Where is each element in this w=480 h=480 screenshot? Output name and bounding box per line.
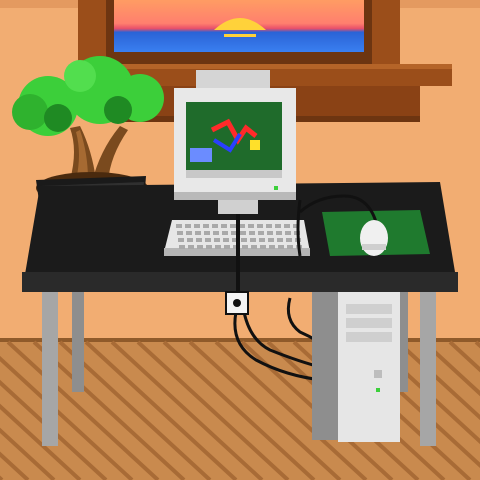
keyboard-key (194, 224, 200, 228)
keyboard-key (215, 245, 221, 249)
keyboard-key (251, 245, 257, 249)
keyboard-key (205, 238, 211, 242)
keyboard-key (195, 231, 201, 235)
keyboard-key (257, 224, 263, 228)
outlet-plug (233, 299, 241, 307)
keyboard-key (186, 231, 192, 235)
screen-taskbar (186, 170, 282, 178)
keyboard-key (260, 245, 266, 249)
keyboard-key (176, 224, 182, 228)
scene-canvas (0, 0, 480, 480)
bonsai-leaf-shade (104, 96, 132, 124)
desk-leg-left (42, 292, 58, 446)
drive-bay (346, 332, 392, 342)
tower-body (338, 292, 400, 442)
keyboard-key (240, 231, 246, 235)
keyboard-key (212, 224, 218, 228)
crt-monitor (174, 70, 296, 214)
mouse-shadow (362, 244, 386, 250)
sun-reflection (224, 34, 256, 37)
keyboard-key (206, 245, 212, 249)
window-sill-top (70, 64, 452, 69)
keyboard-key (248, 224, 254, 228)
keyboard-key (275, 224, 281, 228)
keyboard-key (179, 245, 185, 249)
keyboard-key (269, 245, 275, 249)
tower-button (374, 370, 382, 378)
bonsai-leaf (12, 94, 48, 130)
pixel-art-scene (0, 0, 480, 480)
keyboard-key (287, 245, 293, 249)
keyboard-key (258, 231, 264, 235)
keyboard-key (242, 245, 248, 249)
drive-bay (346, 318, 392, 328)
keyboard-key (241, 238, 247, 242)
keyboard-key (276, 231, 282, 235)
keyboard-key (196, 238, 202, 242)
desk-leg-left-back (72, 292, 84, 392)
keyboard-key (223, 238, 229, 242)
keyboard-key (250, 238, 256, 242)
keyboard-key (266, 224, 272, 228)
keyboard-key (188, 245, 194, 249)
keyboard-key (286, 238, 292, 242)
monitor-stand (218, 200, 258, 214)
keyboard-key (224, 245, 230, 249)
keyboard-key (278, 245, 284, 249)
tower-led (376, 388, 380, 392)
pc-tower (312, 292, 400, 442)
keyboard-key (277, 238, 283, 242)
keyboard-key (249, 231, 255, 235)
keyboard-key (222, 231, 228, 235)
keyboard-key (204, 231, 210, 235)
monitor-bezel-shadow (174, 192, 296, 200)
keyboard-key (177, 231, 183, 235)
desk-leg-right (420, 292, 436, 446)
keyboard-key (267, 231, 273, 235)
keyboard-key (187, 238, 193, 242)
keyboard-key (284, 224, 290, 228)
keyboard-key (178, 238, 184, 242)
keyboard-key (197, 245, 203, 249)
keyboard-key (285, 231, 291, 235)
mouse (360, 220, 388, 256)
keyboard-key (268, 238, 274, 242)
drive-bay (346, 304, 392, 314)
keyboard-key (221, 224, 227, 228)
screen-logo-icon (250, 140, 260, 150)
power-led (274, 186, 278, 190)
keyboard-key (213, 231, 219, 235)
screen-window-icon (190, 148, 212, 162)
keyboard-key (230, 224, 236, 228)
bonsai-leaf-shade (44, 104, 72, 132)
keyboard-key (214, 238, 220, 242)
keyboard-key (259, 238, 265, 242)
keyboard-key (185, 224, 191, 228)
keyboard-key (203, 224, 209, 228)
bonsai-leaf (64, 60, 96, 92)
